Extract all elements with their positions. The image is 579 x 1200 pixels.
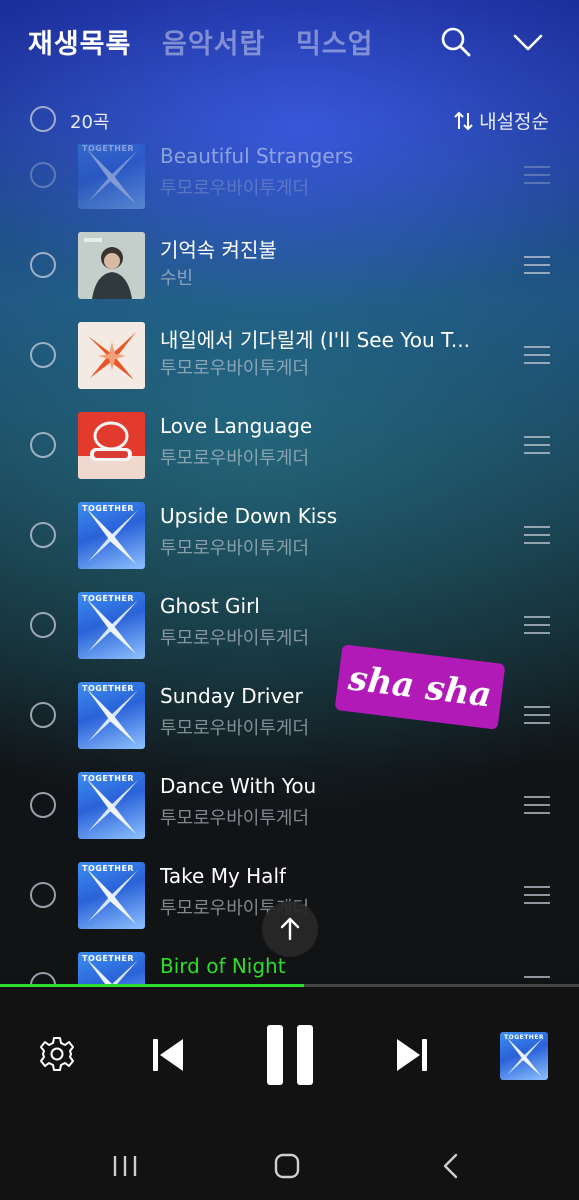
track-row[interactable]: Love Language 투모로우바이투게더 [0, 400, 579, 490]
home-icon[interactable] [272, 1152, 302, 1180]
track-title: Bird of Night [160, 954, 286, 978]
together-icon [86, 958, 138, 984]
tab-music-drawer[interactable]: 음악서랍 [162, 22, 265, 61]
track-select-radio[interactable] [30, 162, 56, 188]
together-icon [505, 1036, 543, 1077]
together-icon [86, 508, 138, 564]
track-title: Take My Half [160, 864, 287, 888]
album-cover: TOGETHER [78, 682, 145, 749]
track-artist: 투모로우바이투게더 [160, 178, 310, 199]
drag-handle-icon[interactable] [524, 796, 550, 814]
track-select-radio[interactable] [30, 252, 56, 278]
sort-button[interactable]: 내설정순 [453, 107, 549, 134]
arrow-up-icon [280, 917, 300, 941]
track-select-radio[interactable] [30, 342, 56, 368]
album-cover: TOGETHER [78, 862, 145, 929]
drag-handle-icon[interactable] [524, 256, 550, 274]
track-list: TOGETHER Beautiful Strangers 투모로우바이투게더 기… [0, 144, 579, 984]
track-artist: 투모로우바이투게더 [160, 358, 310, 379]
album-cover: TOGETHER [78, 592, 145, 659]
drag-handle-icon[interactable] [524, 976, 550, 984]
track-title: Dance With You [160, 774, 317, 798]
track-row[interactable]: 내일에서 기다릴게 (I'll See You T... 투모로우바이투게더 [0, 310, 579, 400]
next-icon[interactable] [392, 1035, 432, 1075]
track-title: Beautiful Strangers [160, 144, 354, 168]
track-title: Ghost Girl [160, 594, 260, 618]
album-cover: TOGETHER [78, 502, 145, 569]
previous-icon[interactable] [148, 1035, 188, 1075]
track-row[interactable]: TOGETHER Ghost Girl 투모로우바이투게더 [0, 580, 579, 670]
tab-playlist[interactable]: 재생목록 [28, 22, 131, 61]
together-icon [86, 778, 138, 834]
track-artist: 투모로우바이투게더 [160, 538, 310, 559]
ring-box-icon [78, 412, 145, 479]
together-icon [86, 148, 138, 204]
together-icon [86, 688, 138, 744]
track-row[interactable]: TOGETHER Dance With You 투모로우바이투게더 [0, 760, 579, 850]
album-cover [78, 322, 145, 389]
track-title: 기억속 켜진불 [160, 238, 277, 262]
track-artist: 수빈 [160, 268, 194, 289]
track-row[interactable]: TOGETHER Upside Down Kiss 투모로우바이투게더 [0, 490, 579, 580]
album-cover: TOGETHER [78, 952, 145, 984]
header: 재생목록 음악서랍 믹스업 [0, 0, 579, 90]
track-title: 내일에서 기다릴게 (I'll See You T... [160, 328, 470, 352]
album-cover: TOGETHER [78, 772, 145, 839]
track-title: Sunday Driver [160, 684, 303, 708]
track-row[interactable]: TOGETHER Beautiful Strangers 투모로우바이투게더 [0, 144, 579, 220]
together-icon [86, 868, 138, 924]
search-icon[interactable] [438, 24, 474, 60]
track-select-radio[interactable] [30, 882, 56, 908]
track-artist: 투모로우바이투게더 [160, 628, 310, 649]
track-select-radio[interactable] [30, 522, 56, 548]
together-icon [86, 598, 138, 654]
drag-handle-icon[interactable] [524, 526, 550, 544]
drag-handle-icon[interactable] [524, 346, 550, 364]
select-all-radio[interactable] [30, 106, 56, 132]
album-cover: TOGETHER [78, 144, 145, 209]
scroll-to-top-button[interactable] [262, 901, 318, 957]
track-select-radio[interactable] [30, 612, 56, 638]
track-artist: 투모로우바이투게더 [160, 808, 310, 829]
track-select-radio[interactable] [30, 702, 56, 728]
drag-handle-icon[interactable] [524, 436, 550, 454]
album-cover [78, 412, 145, 479]
track-artist: 투모로우바이투게더 [160, 448, 310, 469]
drag-handle-icon[interactable] [524, 706, 550, 724]
track-count: 20곡 [70, 112, 110, 133]
system-navigation-bar [0, 1130, 579, 1200]
sticker-text: sha sha [346, 658, 494, 716]
drag-handle-icon[interactable] [524, 616, 550, 634]
sort-icon [454, 111, 473, 130]
track-row[interactable]: 기억속 켜진불 수빈 [0, 220, 579, 310]
album-thumbnail[interactable]: TOGETHER [500, 1032, 548, 1080]
portrait-icon [78, 232, 145, 299]
track-title: Upside Down Kiss [160, 504, 338, 528]
chevron-down-icon[interactable] [510, 24, 546, 60]
album-cover [78, 232, 145, 299]
track-select-radio[interactable] [30, 972, 56, 984]
track-title: Love Language [160, 414, 313, 438]
pause-icon[interactable] [262, 1023, 318, 1087]
drag-handle-icon[interactable] [524, 166, 550, 184]
recent-apps-icon[interactable] [110, 1152, 140, 1180]
orange-star-icon [78, 322, 145, 389]
track-select-radio[interactable] [30, 792, 56, 818]
tab-mixup[interactable]: 믹스업 [296, 22, 374, 61]
sort-label: 내설정순 [479, 111, 549, 133]
back-icon[interactable] [436, 1152, 466, 1180]
track-artist: 투모로우바이투게더 [160, 718, 310, 739]
track-select-radio[interactable] [30, 432, 56, 458]
drag-handle-icon[interactable] [524, 886, 550, 904]
gear-icon[interactable] [38, 1035, 76, 1073]
